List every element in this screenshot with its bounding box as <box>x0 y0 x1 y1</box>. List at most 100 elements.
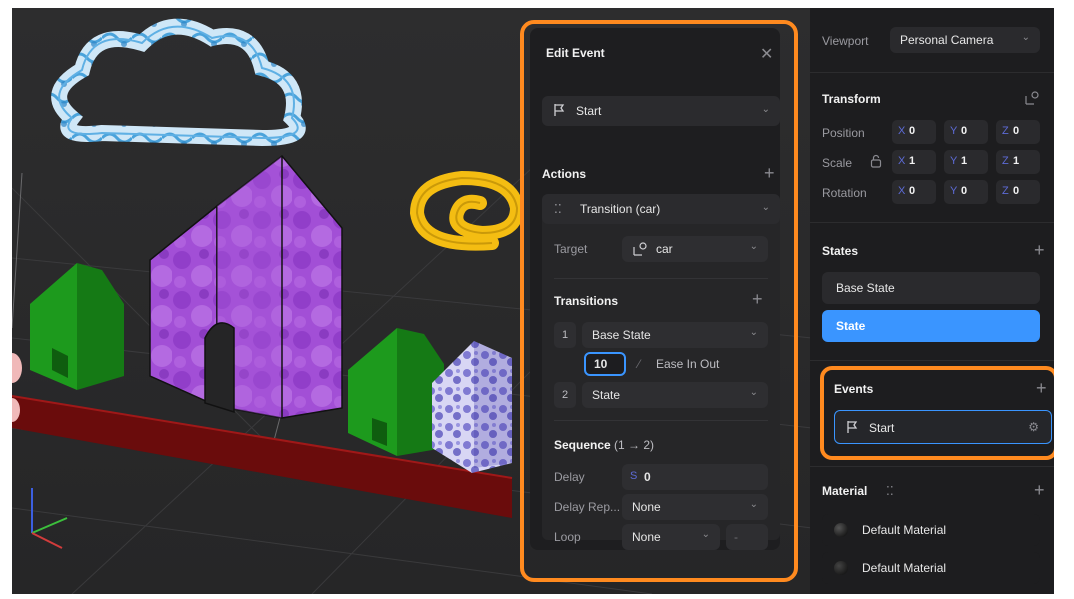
state-label: Base State <box>836 281 895 295</box>
material-label: Default Material <box>862 561 947 575</box>
states-heading: States <box>822 244 859 258</box>
chevron-down-icon: ⌄ <box>749 327 758 338</box>
actions-section: ⁚⁚ Transition (car) ⌄ Target car ⌄ Trans… <box>542 194 780 550</box>
scale-y: 1 <box>961 155 968 167</box>
event-trigger-select[interactable]: Start ⌄ <box>542 96 780 126</box>
chevron-down-icon: ⌄ <box>749 241 758 252</box>
scale-z: 1 <box>1013 155 1020 167</box>
position-label: Position <box>822 126 865 140</box>
close-icon[interactable]: ✕ <box>760 44 773 64</box>
material-item[interactable]: Default Material <box>822 514 1040 546</box>
material-label: Default Material <box>862 523 947 537</box>
divider <box>810 222 1054 223</box>
position-x: 0 <box>909 125 916 137</box>
axis-y: Y <box>950 125 958 137</box>
divider <box>810 360 1054 361</box>
loop-label: Loop <box>554 530 581 544</box>
delay-repeat-select[interactable]: None ⌄ <box>622 494 768 520</box>
state-item-state[interactable]: State <box>822 310 1040 342</box>
target-label: Target <box>554 242 588 256</box>
rotation-label: Rotation <box>822 186 867 200</box>
object-icon[interactable] <box>1024 90 1040 109</box>
loop-value: None <box>632 530 661 544</box>
flag-icon <box>552 103 566 120</box>
rotation-z-input[interactable]: Z0 <box>996 180 1040 204</box>
axis-y: Y <box>950 155 958 167</box>
event-label: Start <box>869 421 895 435</box>
sequence-heading: Sequence (1 → 2) <box>554 438 654 452</box>
settings-icon[interactable]: ⚙ <box>1028 420 1039 434</box>
transform-heading: Transform <box>822 92 881 106</box>
material-grid-icon: ⁚⁚ <box>886 484 894 498</box>
step-1-state: Base State <box>592 328 651 342</box>
step-2-state: State <box>592 388 621 402</box>
viewport-select[interactable]: Personal Camera ⌄ <box>890 27 1040 53</box>
state-item-base[interactable]: Base State <box>822 272 1040 304</box>
step-index: 2 <box>554 382 576 408</box>
scale-z-input[interactable]: Z1 <box>996 150 1040 174</box>
axis-x: X <box>898 125 906 137</box>
chevron-down-icon: ⌄ <box>761 202 770 213</box>
position-y-input[interactable]: Y0 <box>944 120 988 144</box>
transition-action-select[interactable]: ⁚⁚ Transition (car) ⌄ <box>542 194 780 224</box>
position-x-input[interactable]: X0 <box>892 120 936 144</box>
step-1-state-select[interactable]: Base State ⌄ <box>582 322 768 348</box>
axis-z: Z <box>1002 125 1009 137</box>
easing-curve-icon: ⁄ <box>638 357 641 371</box>
axis-x: X <box>898 185 906 197</box>
events-heading: Events <box>834 382 874 396</box>
axis-z: Z <box>1002 155 1009 167</box>
axis-x: X <box>898 155 906 167</box>
delay-repeat-value: None <box>632 500 661 514</box>
duration-input[interactable]: 10 <box>584 352 626 376</box>
add-transition-icon[interactable]: + <box>752 290 763 308</box>
position-z-input[interactable]: Z0 <box>996 120 1040 144</box>
material-sphere-icon <box>834 561 848 575</box>
material-item[interactable]: Default Material <box>822 552 1040 584</box>
chevron-down-icon: ⌄ <box>749 499 758 510</box>
target-select[interactable]: car ⌄ <box>622 236 768 262</box>
sequence-range: (1 → 2) <box>614 438 655 452</box>
transition-icon: ⁚⁚ <box>554 202 562 216</box>
scale-x: 1 <box>909 155 916 167</box>
add-material-icon[interactable]: + <box>1034 481 1045 499</box>
actions-heading: Actions <box>542 167 587 181</box>
divider <box>554 278 768 279</box>
event-item-start[interactable]: Start ⚙ <box>834 410 1052 444</box>
lock-icon[interactable] <box>870 154 882 171</box>
add-action-icon[interactable]: + <box>764 164 775 182</box>
loop-select[interactable]: None ⌄ <box>622 524 720 550</box>
position-y: 0 <box>961 125 968 137</box>
divider <box>810 72 1054 73</box>
rotation-x: 0 <box>909 185 916 197</box>
add-event-icon[interactable]: + <box>1036 379 1047 397</box>
divider <box>554 420 768 421</box>
sequence-title: Sequence <box>554 438 611 452</box>
rotation-y: 0 <box>961 185 968 197</box>
loop-count-value: - <box>734 530 738 544</box>
scale-x-input[interactable]: X1 <box>892 150 936 174</box>
easing-value[interactable]: Ease In Out <box>656 357 719 371</box>
scale-y-input[interactable]: Y1 <box>944 150 988 174</box>
material-heading: Material <box>822 484 868 498</box>
loop-count-input[interactable]: - <box>726 524 768 550</box>
position-z: 0 <box>1013 125 1020 137</box>
delay-input[interactable]: S 0 <box>622 464 768 490</box>
axis-z: Z <box>1002 185 1009 197</box>
scale-label: Scale <box>822 156 853 170</box>
rotation-y-input[interactable]: Y0 <box>944 180 988 204</box>
rotation-z: 0 <box>1013 185 1020 197</box>
chevron-down-icon: ⌄ <box>761 104 770 115</box>
axis-y: Y <box>950 185 958 197</box>
step-2-state-select[interactable]: State ⌄ <box>582 382 768 408</box>
add-state-icon[interactable]: + <box>1034 241 1045 259</box>
material-sphere-icon <box>834 523 848 537</box>
delay-label: Delay <box>554 470 585 484</box>
delay-value: 0 <box>644 470 651 484</box>
chevron-down-icon: ⌄ <box>749 387 758 398</box>
chevron-down-icon: ⌄ <box>1021 32 1030 43</box>
rotation-x-input[interactable]: X0 <box>892 180 936 204</box>
viewport-value: Personal Camera <box>900 33 994 47</box>
delay-unit: S <box>630 470 638 482</box>
transition-action-label: Transition (car) <box>580 202 661 216</box>
